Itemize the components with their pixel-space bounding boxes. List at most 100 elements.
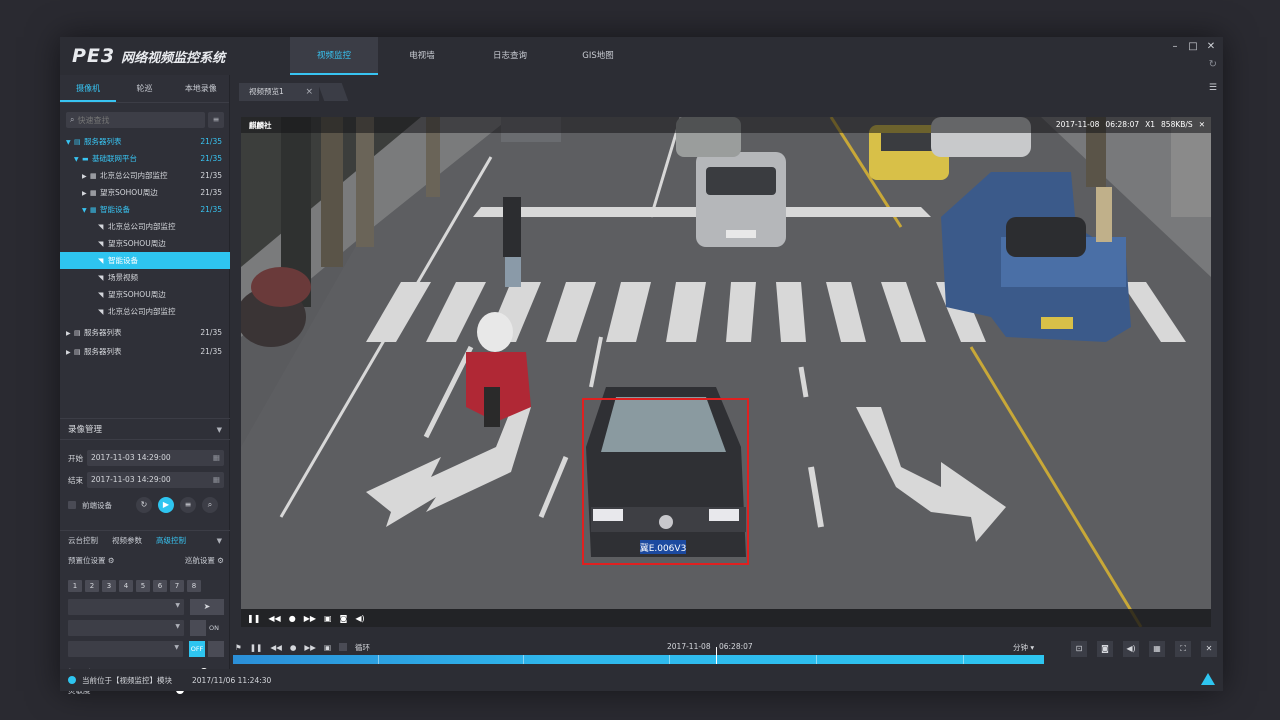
tree-node-server-list-2[interactable]: ▶ ▤ 服务器列表 21/35 [60, 324, 230, 341]
ptz-tabs: 云台控制 视频参数 高级控制 ▼ [60, 530, 230, 550]
toggle-switch [190, 620, 206, 636]
tab-cameras[interactable]: 摄像机 [60, 75, 117, 102]
preset-4-button[interactable]: 4 [119, 580, 133, 592]
close-icon[interactable]: ✕ [1205, 41, 1217, 52]
recording-panel-header[interactable]: 录像管理 ▼ [60, 418, 230, 440]
fast-forward-icon[interactable]: ▶▶ [304, 643, 316, 652]
cruise-setting[interactable]: 巡航设置 ⚙ [185, 555, 224, 566]
chevron-down-icon[interactable]: ▼ [217, 537, 222, 545]
tab-video-monitor[interactable]: 视频监控 [290, 37, 378, 75]
tree-node-smart-devices[interactable]: ▼ ▦ 智能设备 21/35 [60, 201, 230, 218]
time-unit-select[interactable]: 分钟 ▾ [1013, 642, 1034, 653]
grid-layout-icon[interactable]: ▦ [1149, 641, 1165, 657]
cruise-select[interactable]: ▼ [68, 620, 184, 636]
app-title: 网络视频监控系统 [121, 50, 226, 66]
fullscreen-icon[interactable]: ⛶ [1175, 641, 1191, 657]
tab-patrol[interactable]: 轮巡 [116, 75, 172, 102]
rewind-icon[interactable]: ◀◀ [268, 614, 280, 623]
tab-tv-wall[interactable]: 电视墙 [378, 37, 466, 75]
tree-camera-beijing-hq-2[interactable]: ◥ 北京总公司内部监控 [60, 303, 230, 320]
list-filter-icon[interactable]: ≡ [208, 112, 224, 128]
add-tab-button[interactable] [317, 83, 349, 101]
refresh-icon[interactable]: ↻ [1209, 59, 1217, 70]
mode-select[interactable]: ▼ [68, 641, 183, 657]
end-time-value: 2017-11-03 14:29:00 [91, 475, 171, 484]
timeline-tick [963, 655, 964, 664]
video-controls: ❚❚ ◀◀ ● ▶▶ ▣ ◙ ◀) [241, 609, 1211, 627]
preset-5-button[interactable]: 5 [136, 580, 150, 592]
volume-icon[interactable]: ◀) [1123, 641, 1139, 657]
preset-7-button[interactable]: 7 [170, 580, 184, 592]
sidebar: 摄像机 轮巡 本地录像 ⌕ ≡ ▼▤服务器列表 21/35 ▼▬基础联网平台 2… [60, 75, 230, 695]
tab-video-params[interactable]: 视频参数 [112, 535, 142, 546]
off-toggle[interactable]: OFF [189, 641, 224, 657]
playback-timeline[interactable] [233, 647, 1044, 664]
preset-setting[interactable]: 预置位设置 ⚙ [68, 555, 115, 566]
tree-node-beijing-hq[interactable]: ▶ ▦ 北京总公司内部监控 21/35 [60, 167, 230, 184]
tab-video-preview-1[interactable]: 视频预览1 × [239, 83, 319, 101]
tree-node-server-list[interactable]: ▼ ▤ 服务器列表 21/35 [60, 133, 230, 150]
video-frame: 冀E.006V3 [241, 117, 1211, 627]
start-time-field[interactable]: 2017-11-03 14:29:00 ▦ [87, 450, 224, 466]
download-icon[interactable]: ⊡ [1071, 641, 1087, 657]
tab-log-query[interactable]: 日志查询 [466, 37, 554, 75]
tree-node-wangjing[interactable]: ▶ ▦ 望京SOHOU周边 21/35 [60, 184, 230, 201]
tab-advanced-control[interactable]: 高级控制 [156, 535, 186, 546]
select-row-2: ▼ ON [68, 620, 224, 636]
menu-icon[interactable]: ☰ [1209, 83, 1217, 93]
tree-camera-wangjing-2[interactable]: ◥ 望京SOHOU周边 [60, 286, 230, 303]
minimize-icon[interactable]: – [1169, 41, 1181, 52]
timeline-cursor[interactable] [715, 647, 717, 664]
list-button[interactable]: ≡ [180, 497, 196, 513]
snapshot-frame-icon[interactable]: ▣ [324, 643, 331, 652]
search-button[interactable]: ⌕ [202, 497, 218, 513]
maximize-icon[interactable]: □ [1187, 41, 1199, 52]
front-device-checkbox[interactable] [68, 501, 76, 509]
preset-8-button[interactable]: 8 [187, 580, 201, 592]
camera-icon[interactable]: ◙ [1097, 641, 1113, 657]
calendar-icon[interactable]: ▦ [213, 450, 220, 466]
pause-icon[interactable]: ❚❚ [247, 614, 260, 623]
loop-checkbox[interactable] [339, 643, 348, 651]
fast-forward-icon[interactable]: ▶▶ [304, 614, 316, 623]
status-bar: 当前位于【视频监控】模块 2017/11/06 11:24:30 [60, 669, 1223, 691]
on-toggle[interactable]: ON [190, 620, 219, 636]
record-icon[interactable]: ● [289, 614, 296, 623]
camera-icon[interactable]: ◙ [340, 614, 348, 623]
tree-camera-beijing-hq[interactable]: ◥ 北京总公司内部监控 [60, 218, 230, 235]
search-input[interactable] [77, 115, 205, 125]
tree-count: 21/35 [200, 328, 222, 337]
pause-icon[interactable]: ❚❚ [250, 643, 263, 652]
preset-1-button[interactable]: 1 [68, 580, 82, 592]
preset-3-button[interactable]: 3 [102, 580, 116, 592]
rewind-icon[interactable]: ◀◀ [270, 643, 282, 652]
play-button[interactable]: ▶ [158, 497, 174, 513]
close-icon[interactable]: × [305, 83, 313, 101]
refresh-button[interactable]: ↻ [136, 497, 152, 513]
calendar-icon[interactable]: ▦ [213, 472, 220, 488]
flag-icon[interactable]: ⚑ [235, 643, 242, 652]
preset-select[interactable]: ▼ [68, 599, 184, 615]
tree-camera-scene-video[interactable]: ◥ 场景视频 [60, 269, 230, 286]
tree-camera-wangjing[interactable]: ◥ 望京SOHOU周边 [60, 235, 230, 252]
sidebar-tabs: 摄像机 轮巡 本地录像 [60, 75, 229, 103]
video-view[interactable]: 冀E.006V3 麒麟社 2017-11-08 06:28:07 X1 858K… [241, 117, 1211, 627]
tab-ptz-control[interactable]: 云台控制 [68, 535, 98, 546]
volume-icon[interactable]: ◀) [355, 614, 364, 623]
close-icon[interactable]: ✕ [1199, 120, 1205, 129]
end-time-field[interactable]: 2017-11-03 14:29:00 ▦ [87, 472, 224, 488]
tree-node-server-list-3[interactable]: ▶ ▤ 服务器列表 21/35 [60, 343, 230, 360]
send-button[interactable]: ➤ [190, 599, 224, 615]
close-all-icon[interactable]: ✕ [1201, 641, 1217, 657]
preset-6-button[interactable]: 6 [153, 580, 167, 592]
tab-local-recording[interactable]: 本地录像 [173, 75, 229, 102]
warning-icon[interactable] [1201, 673, 1215, 685]
tree-camera-smart-device[interactable]: ◥ 智能设备 [60, 252, 230, 269]
record-icon[interactable]: ● [290, 643, 297, 652]
tab-gis-map[interactable]: GIS地图 [554, 37, 642, 75]
preset-2-button[interactable]: 2 [85, 580, 99, 592]
tree-node-base-platform[interactable]: ▼ ▬ 基础联网平台 21/35 [60, 150, 230, 167]
server-icon: ▤ [74, 138, 81, 146]
snapshot-frame-icon[interactable]: ▣ [324, 614, 332, 623]
select-row-3: ▼ OFF [68, 641, 224, 657]
